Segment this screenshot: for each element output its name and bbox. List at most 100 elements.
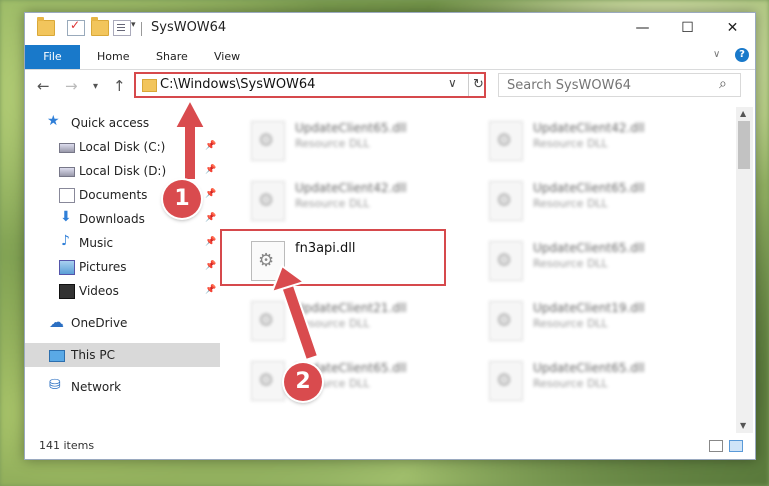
search-box[interactable]: ⌕ — [498, 73, 741, 97]
file-item[interactable]: UpdateClient42.dll Resource DLL — [487, 117, 717, 165]
item-count: 141 items — [39, 439, 95, 452]
window-title: SysWOW64 — [151, 20, 227, 35]
dll-file-icon — [251, 301, 285, 341]
file-item[interactable]: UpdateClient42.dll Resource DLL — [249, 177, 479, 225]
file-item[interactable]: UpdateClient65.dll Resource DLL — [487, 357, 717, 405]
close-button[interactable]: ✕ — [710, 13, 755, 43]
file-item[interactable]: UpdateClient65.dll Resource DLL — [487, 237, 717, 285]
file-type: Resource DLL — [295, 137, 370, 150]
scrollbar-thumb[interactable] — [738, 121, 750, 169]
sidebar-item-label: Music — [79, 236, 114, 250]
pictures-icon — [59, 260, 75, 275]
search-icon[interactable]: ⌕ — [719, 76, 727, 92]
highlight-file-box — [220, 229, 446, 286]
file-type: Resource DLL — [533, 257, 608, 270]
title-separator — [141, 22, 142, 36]
status-bar: 141 items — [25, 435, 755, 459]
file-type: Resource DLL — [533, 137, 608, 150]
videos-icon — [59, 284, 75, 299]
sidebar-item-label: Downloads — [79, 212, 145, 226]
back-button[interactable]: ← — [37, 77, 50, 95]
sidebar-item-label: Videos — [79, 284, 119, 298]
help-icon[interactable]: ? — [735, 48, 749, 62]
computer-icon — [49, 350, 65, 362]
sidebar-item-onedrive[interactable]: ☁ OneDrive — [25, 311, 220, 335]
cloud-icon: ☁ — [49, 313, 64, 331]
dll-file-icon — [251, 181, 285, 221]
new-folder-icon[interactable] — [91, 17, 109, 36]
pin-icon: 📌 — [205, 189, 217, 199]
file-name: UpdateClient21.dll — [295, 301, 407, 315]
file-item[interactable]: UpdateClient19.dll Resource DLL — [487, 297, 717, 345]
file-name: UpdateClient42.dll — [533, 121, 645, 135]
ribbon-tabs: File Home Share View ∨ ? — [25, 43, 755, 70]
navigation-pane: ★ Quick access Local Disk (C:) 📌 Local D… — [25, 107, 220, 433]
tab-view[interactable]: View — [214, 45, 240, 69]
dll-file-icon — [489, 181, 523, 221]
dll-file-icon — [489, 241, 523, 281]
sidebar-item-label: Quick access — [71, 116, 150, 130]
recent-locations-button[interactable]: ▾ — [93, 81, 98, 92]
download-icon: ⬇ — [60, 209, 72, 225]
address-bar[interactable]: C:\Windows\SysWOW64 ∨ ↻ — [134, 72, 486, 98]
sidebar-item-pictures[interactable]: Pictures 📌 — [25, 255, 220, 279]
tab-home[interactable]: Home — [97, 45, 129, 69]
file-item[interactable]: UpdateClient65.dll Resource DLL — [249, 117, 479, 165]
star-icon: ★ — [47, 113, 60, 129]
vertical-scrollbar[interactable]: ▲ ▼ — [736, 107, 753, 433]
dll-file-icon — [251, 361, 285, 401]
file-name: UpdateClient42.dll — [295, 181, 407, 195]
pin-icon: 📌 — [205, 237, 217, 247]
file-item[interactable]: UpdateClient21.dll Resource DLL — [249, 297, 479, 345]
quick-access-dropdown-icon[interactable]: ▾ — [131, 20, 136, 30]
sidebar-item-label: OneDrive — [71, 316, 128, 330]
refresh-button[interactable]: ↻ — [468, 74, 487, 96]
minimize-button[interactable]: — — [620, 13, 665, 43]
address-dropdown-icon[interactable]: ∨ — [448, 76, 457, 90]
file-item[interactable]: UpdateClient65.dll Resource DLL — [487, 177, 717, 225]
title-bar: ▾ SysWOW64 — ☐ ✕ — [25, 13, 755, 43]
drive-icon — [59, 167, 75, 177]
scroll-up-icon[interactable]: ▲ — [740, 109, 746, 118]
sidebar-item-music[interactable]: ♪ Music 📌 — [25, 231, 220, 255]
pin-icon: 📌 — [205, 285, 217, 295]
pin-icon: 📌 — [205, 213, 217, 223]
up-button[interactable]: ↑ — [113, 77, 126, 95]
navigation-bar: ← → ▾ ↑ C:\Windows\SysWOW64 ∨ ↻ ⌕ — [25, 70, 755, 102]
folder-icon[interactable] — [37, 17, 55, 36]
forward-button[interactable]: → — [65, 77, 78, 95]
file-name: UpdateClient65.dll — [533, 181, 645, 195]
sidebar-item-videos[interactable]: Videos 📌 — [25, 279, 220, 303]
sidebar-item-quick-access[interactable]: ★ Quick access — [25, 111, 220, 135]
properties-check-icon[interactable] — [67, 18, 85, 36]
tab-file[interactable]: File — [25, 45, 80, 69]
sidebar-item-label: Local Disk (D:) — [79, 164, 167, 178]
search-input[interactable] — [505, 77, 709, 94]
details-view-icon[interactable] — [709, 440, 723, 452]
music-icon: ♪ — [61, 233, 70, 249]
large-icons-view-icon[interactable] — [729, 440, 743, 452]
file-type: Resource DLL — [533, 317, 608, 330]
file-name: UpdateClient65.dll — [295, 121, 407, 135]
file-name: UpdateClient19.dll — [533, 301, 645, 315]
tab-share[interactable]: Share — [156, 45, 188, 69]
sidebar-item-label: Local Disk (C:) — [79, 140, 166, 154]
drive-icon — [59, 143, 75, 153]
sidebar-item-label: Network — [71, 380, 122, 394]
file-type: Resource DLL — [295, 317, 370, 330]
scroll-down-icon[interactable]: ▼ — [740, 421, 746, 430]
sidebar-item-local-disk-c[interactable]: Local Disk (C:) 📌 — [25, 135, 220, 159]
address-path[interactable]: C:\Windows\SysWOW64 — [160, 77, 315, 92]
expand-ribbon-icon[interactable]: ∨ — [713, 49, 720, 60]
file-type: Resource DLL — [295, 197, 370, 210]
sidebar-item-label: This PC — [71, 348, 115, 362]
file-name: UpdateClient65.dll — [533, 241, 645, 255]
sidebar-item-label: Pictures — [79, 260, 127, 274]
sidebar-item-this-pc[interactable]: This PC — [25, 343, 220, 367]
dll-file-icon — [489, 361, 523, 401]
sidebar-item-local-disk-d[interactable]: Local Disk (D:) 📌 — [25, 159, 220, 183]
maximize-button[interactable]: ☐ — [665, 13, 710, 43]
pin-icon: 📌 — [205, 261, 217, 271]
sidebar-item-network[interactable]: ⛁ Network — [25, 375, 220, 399]
customize-toolbar-icon[interactable] — [113, 20, 131, 36]
